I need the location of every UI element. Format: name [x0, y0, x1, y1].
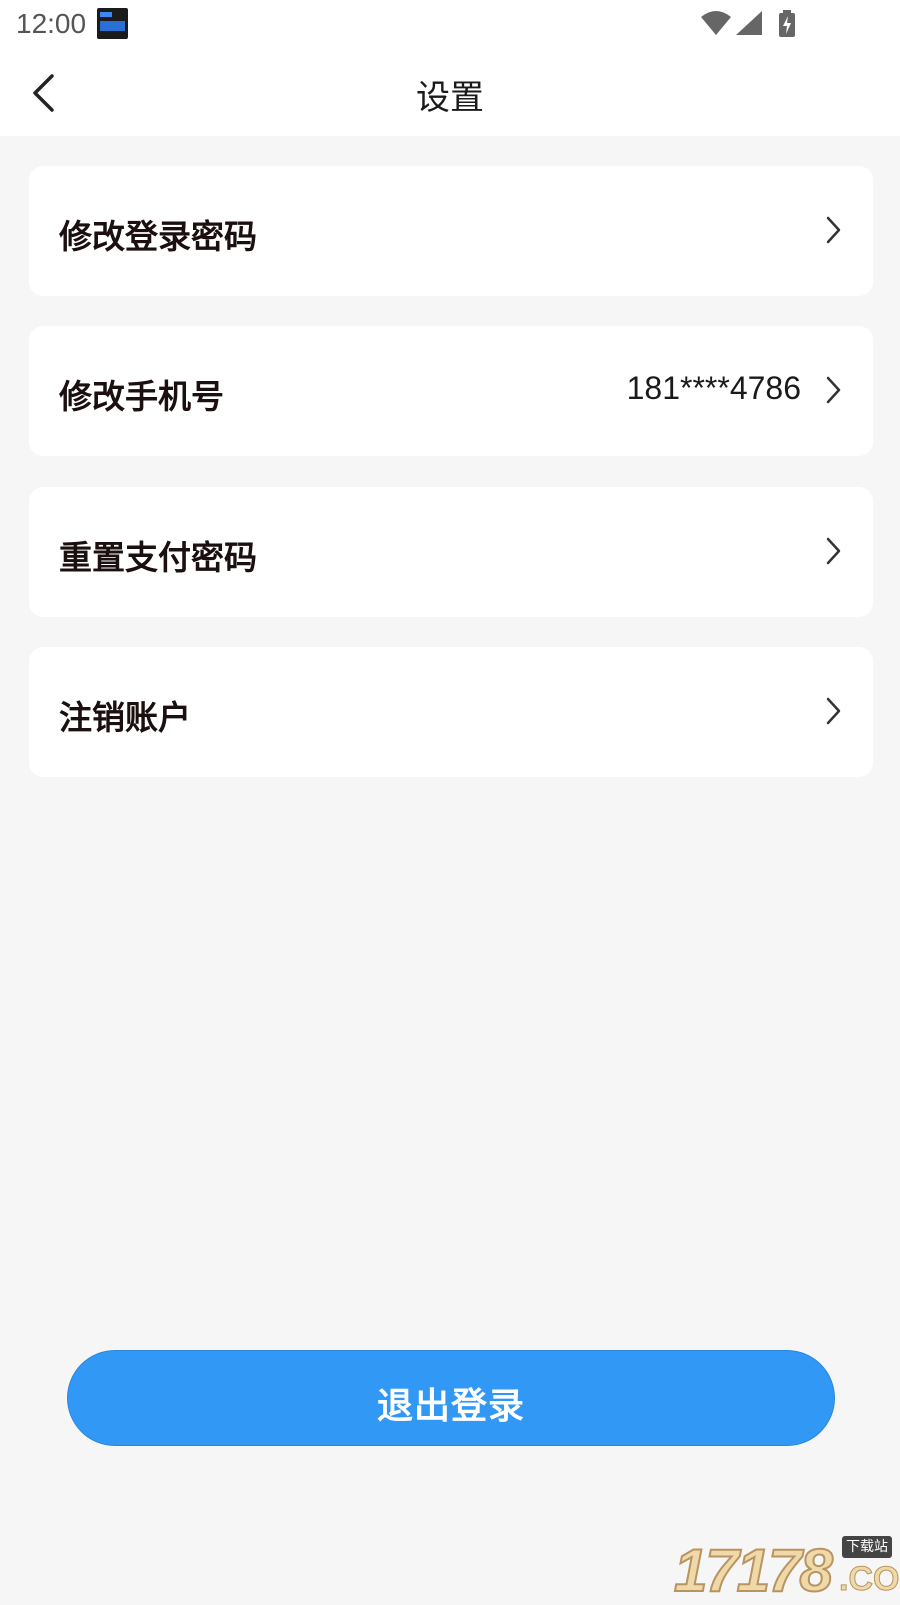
battery-charging-icon [779, 10, 795, 37]
chevron-right-icon [826, 216, 841, 244]
chevron-right-icon [826, 376, 841, 404]
status-bar: 12:00 [0, 0, 900, 50]
cellular-signal-icon [736, 11, 762, 35]
nav-bar: 设置 [0, 50, 900, 136]
settings-item-label: 修改登录密码 [59, 217, 257, 256]
status-time: 12:00 [16, 8, 87, 39]
logout-button[interactable]: 退出登录 [67, 1350, 835, 1446]
settings-item-label: 重置支付密码 [59, 538, 257, 577]
chevron-right-icon [826, 537, 841, 565]
settings-item-change-phone[interactable]: 修改手机号 181****4786 [29, 326, 873, 456]
settings-item-change-login-password[interactable]: 修改登录密码 [29, 166, 873, 296]
settings-item-label: 注销账户 [59, 698, 191, 737]
wifi-icon [701, 11, 731, 35]
settings-item-cancel-account[interactable]: 注销账户 [29, 647, 873, 777]
watermark-tag: 下载站 [842, 1536, 892, 1558]
chevron-right-icon [826, 697, 841, 725]
watermark-logo: 17178 下载站 .COM [673, 1536, 900, 1605]
page-title: 设置 [416, 78, 484, 118]
app-notification-icon [97, 8, 128, 39]
logout-label: 退出登录 [376, 1386, 525, 1427]
settings-item-label: 修改手机号 [59, 377, 224, 416]
settings-item-reset-payment-password[interactable]: 重置支付密码 [29, 487, 873, 617]
watermark-number: 17178 [673, 1536, 834, 1605]
phone-number-value: 181****4786 [626, 370, 801, 406]
watermark-domain: .COM [839, 1560, 900, 1599]
